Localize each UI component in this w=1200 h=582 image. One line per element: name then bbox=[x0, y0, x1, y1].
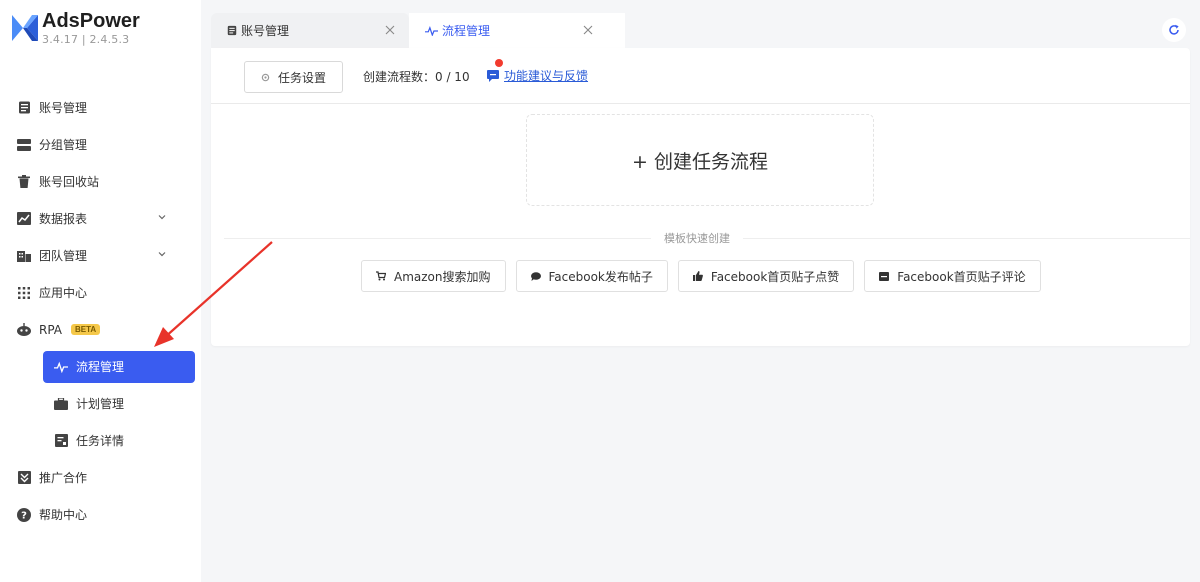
chevron-down-icon[interactable] bbox=[157, 212, 167, 222]
group-icon bbox=[17, 138, 31, 152]
sidebar-subitem-process-management[interactable]: 流程管理 bbox=[43, 350, 195, 383]
team-icon bbox=[17, 249, 31, 263]
close-icon[interactable] bbox=[385, 25, 395, 35]
sidebar-item-label: RPA bbox=[39, 322, 63, 337]
task-settings-label: 任务设置 bbox=[277, 70, 326, 85]
template-facebook-like[interactable]: Facebook首页贴子点赞 bbox=[677, 260, 855, 292]
sidebar-item-label: 账号管理 bbox=[39, 101, 88, 115]
refresh-button[interactable] bbox=[1162, 18, 1186, 42]
main-panel: 任务设置 创建流程数：0 / 10 功能建议与反馈 + 创建任务流程 模板快速创… bbox=[211, 48, 1190, 346]
sidebar-item-promotion[interactable]: 推广合作 bbox=[0, 459, 201, 496]
toolbar: 任务设置 创建流程数：0 / 10 功能建议与反馈 bbox=[211, 48, 1190, 104]
sidebar-item-label: 计划管理 bbox=[76, 397, 125, 411]
sidebar-subitem-plan-management[interactable]: 计划管理 bbox=[0, 385, 201, 422]
close-icon[interactable] bbox=[583, 25, 593, 35]
sidebar-item-label: 流程管理 bbox=[76, 360, 125, 374]
process-count: 创建流程数：0 / 10 bbox=[363, 70, 470, 84]
template-facebook-comment[interactable]: Facebook首页贴子评论 bbox=[864, 260, 1041, 292]
sidebar-item-recycle-bin[interactable]: 账号回收站 bbox=[0, 163, 201, 200]
feedback-icon bbox=[487, 69, 499, 82]
sidebar-item-label: 团队管理 bbox=[39, 249, 88, 263]
sidebar-item-label: 帮助中心 bbox=[39, 508, 88, 522]
sidebar-item-label: 分组管理 bbox=[39, 138, 88, 152]
tab-bar: 账号管理 流程管理 bbox=[211, 13, 1190, 48]
notification-dot bbox=[495, 59, 503, 67]
pulse-icon bbox=[425, 25, 438, 36]
sidebar-item-label: 数据报表 bbox=[39, 212, 88, 226]
sidebar-item-data-reports[interactable]: 数据报表 bbox=[0, 200, 201, 237]
template-section-label: 模板快速创建 bbox=[651, 230, 743, 246]
sidebar-item-label: 任务详情 bbox=[76, 434, 125, 448]
adspower-logo-icon bbox=[12, 15, 38, 41]
sidebar-item-group-management[interactable]: 分组管理 bbox=[0, 126, 201, 163]
template-label: Amazon搜索加购 bbox=[394, 269, 491, 284]
app-logo: AdsPower 3.4.17 | 2.4.5.3 bbox=[12, 10, 140, 46]
chart-icon bbox=[17, 212, 31, 226]
feedback-link[interactable]: 功能建议与反馈 bbox=[487, 67, 588, 84]
app-name: AdsPower bbox=[42, 10, 140, 32]
tab-account-management[interactable]: 账号管理 bbox=[211, 13, 409, 48]
template-label: Facebook首页贴子点赞 bbox=[710, 269, 840, 284]
gear-icon bbox=[261, 73, 270, 81]
template-amazon-search-cart[interactable]: Amazon搜索加购 bbox=[361, 260, 506, 292]
account-list-icon bbox=[17, 101, 31, 115]
sidebar-item-label: 推广合作 bbox=[39, 471, 88, 485]
task-settings-button[interactable]: 任务设置 bbox=[244, 61, 343, 93]
annotation-arrow-icon bbox=[154, 241, 273, 347]
refresh-icon bbox=[1169, 24, 1179, 35]
cart-icon bbox=[376, 271, 386, 281]
template-list: Amazon搜索加购 Facebook发布帖子 Facebook首页贴子点赞 F… bbox=[361, 260, 1051, 292]
chat-bubble-icon bbox=[530, 271, 541, 281]
comment-icon bbox=[879, 271, 890, 281]
tab-label: 流程管理 bbox=[442, 24, 491, 38]
thumbs-up-icon bbox=[692, 271, 703, 281]
tab-process-management[interactable]: 流程管理 bbox=[409, 13, 625, 48]
trash-icon bbox=[17, 175, 31, 189]
sidebar-subitem-task-details[interactable]: 任务详情 bbox=[0, 422, 201, 459]
task-detail-icon bbox=[54, 434, 68, 448]
sidebar-item-label: 应用中心 bbox=[39, 286, 88, 300]
account-list-icon bbox=[227, 25, 237, 36]
create-process-button[interactable]: + 创建任务流程 bbox=[526, 114, 874, 206]
template-facebook-post[interactable]: Facebook发布帖子 bbox=[515, 260, 668, 292]
sidebar-item-label: 账号回收站 bbox=[39, 175, 100, 189]
sidebar-item-help-center[interactable]: ? 帮助中心 bbox=[0, 496, 201, 533]
feedback-label: 功能建议与反馈 bbox=[504, 69, 589, 83]
app-version: 3.4.17 | 2.4.5.3 bbox=[42, 33, 130, 46]
pulse-icon bbox=[54, 360, 68, 374]
sidebar-item-account-management[interactable]: 账号管理 bbox=[0, 89, 201, 126]
svg-text:?: ? bbox=[21, 510, 27, 521]
template-label: Facebook首页贴子评论 bbox=[897, 269, 1026, 284]
partnership-icon bbox=[17, 471, 31, 485]
tab-label: 账号管理 bbox=[241, 24, 290, 38]
apps-grid-icon bbox=[17, 286, 31, 300]
sidebar-subitem-process-wrap: 流程管理 bbox=[0, 348, 201, 385]
help-icon: ? bbox=[17, 507, 31, 522]
template-label: Facebook发布帖子 bbox=[548, 269, 653, 284]
briefcase-icon bbox=[54, 397, 68, 411]
robot-icon bbox=[17, 323, 31, 337]
beta-badge: BETA bbox=[71, 324, 101, 335]
create-process-label: + 创建任务流程 bbox=[632, 150, 768, 173]
